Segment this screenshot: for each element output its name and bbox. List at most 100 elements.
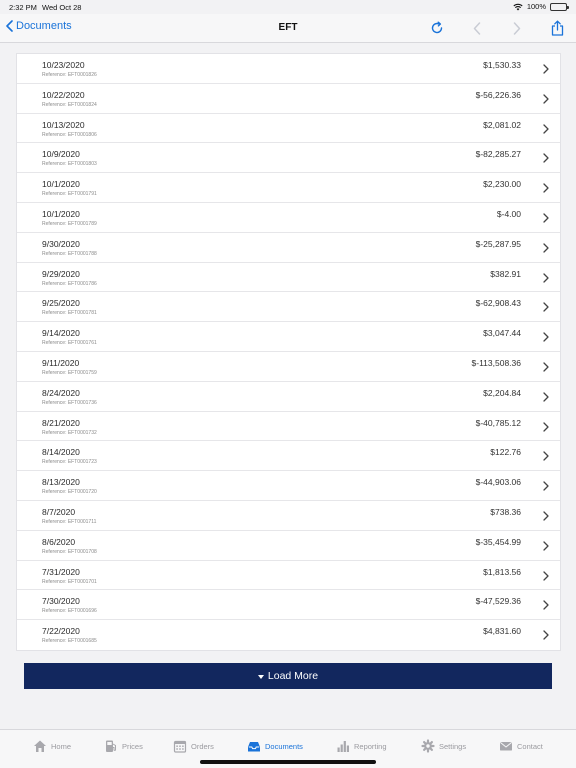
status-date: Wed Oct 28 <box>42 3 82 12</box>
tab-label: Home <box>51 741 72 751</box>
eft-reference: Reference: EFT0001708 <box>42 548 97 555</box>
eft-amount: $2,081.02 <box>483 119 521 130</box>
tab-orders[interactable]: Orders <box>173 739 214 753</box>
tab-label: Orders <box>191 741 214 751</box>
list-item[interactable]: 7/31/2020 Reference: EFT0001701 $1,813.56 <box>17 561 560 591</box>
eft-reference: Reference: EFT0001711 <box>42 518 97 525</box>
eft-reference: Reference: EFT0001761 <box>42 340 97 347</box>
list-item[interactable]: 8/6/2020 Reference: EFT0001708 $-35,454.99 <box>17 531 560 561</box>
wifi-icon <box>513 3 523 10</box>
list-item[interactable]: 7/22/2020 Reference: EFT0001685 $4,831.60 <box>17 620 560 650</box>
load-more-button[interactable]: Load More <box>24 663 552 689</box>
tab-label: Documents <box>265 741 303 751</box>
eft-reference: Reference: EFT0001781 <box>42 310 97 317</box>
previous-button[interactable] <box>468 19 486 37</box>
list-item[interactable]: 9/29/2020 Reference: EFT0001786 $382.91 <box>17 263 560 293</box>
tab-home[interactable]: Home <box>33 739 71 753</box>
eft-date: 10/22/2020 <box>42 89 85 100</box>
chevron-right-icon <box>543 94 549 104</box>
list-item[interactable]: 8/7/2020 Reference: EFT0001711 $738.36 <box>17 501 560 531</box>
eft-amount: $1,530.33 <box>483 60 521 70</box>
nav-actions <box>428 19 566 37</box>
chevron-right-icon <box>543 511 549 521</box>
status-right: 100% <box>513 2 569 11</box>
chevron-right-icon <box>543 451 549 462</box>
list-item[interactable]: 9/25/2020 Reference: EFT0001781 $-62,908.4… <box>17 292 560 323</box>
next-button[interactable] <box>508 19 526 37</box>
list-item[interactable]: 8/13/2020 Reference: EFT0001720 $-44,903.0… <box>17 471 560 501</box>
tab-reporting[interactable]: Reporting <box>336 739 387 753</box>
eft-reference: Reference: EFT0001806 <box>42 131 97 138</box>
tab-label: Contact <box>517 741 543 751</box>
eft-reference: Reference: EFT0001736 <box>42 399 97 406</box>
eft-date: 8/24/2020 <box>42 387 80 398</box>
status-bar: 2:32 PM Wed Oct 28 100% <box>0 0 576 14</box>
bar-chart-icon <box>337 741 349 752</box>
list-item[interactable]: 9/14/2020 Reference: EFT0001761 $3,047.44 <box>17 322 560 352</box>
eft-amount: $-40,785.12 <box>475 417 521 428</box>
chevron-right-icon <box>543 153 549 164</box>
eft-reference: Reference: EFT0001824 <box>42 101 97 108</box>
eft-date: 9/14/2020 <box>42 328 80 339</box>
eft-reference: Reference: EFT0001720 <box>42 489 97 496</box>
eft-date: 10/1/2020 <box>42 179 80 190</box>
chevron-right-icon <box>543 600 549 610</box>
eft-reference: Reference: EFT0001759 <box>42 369 97 376</box>
tab-settings[interactable]: Settings <box>421 739 466 753</box>
eft-reference: Reference: EFT0001826 <box>42 72 97 78</box>
eft-amount: $-35,454.99 <box>475 536 521 547</box>
chevron-right-icon <box>543 123 549 134</box>
chevron-right-icon <box>543 213 549 223</box>
eft-date: 10/23/2020 <box>42 60 85 70</box>
load-more-label: Load More <box>267 670 319 682</box>
list-item[interactable]: 10/9/2020 Reference: EFT0001803 $-82,285.2… <box>17 143 560 174</box>
chevron-right-icon <box>543 481 549 491</box>
caret-down-icon <box>257 674 264 679</box>
list-item[interactable]: 8/21/2020 Reference: EFT0001732 $-40,785.1… <box>17 412 560 442</box>
eft-reference: Reference: EFT0001803 <box>42 161 97 168</box>
eft-amount: $738.36 <box>490 506 521 517</box>
eft-amount: $2,230.00 <box>483 179 521 190</box>
list-item[interactable]: 10/13/2020 Reference: EFT0001806 $2,081.02 <box>17 114 560 144</box>
eft-date: 9/29/2020 <box>42 268 80 279</box>
eft-date: 9/30/2020 <box>42 238 80 249</box>
list-item[interactable]: 10/1/2020 Reference: EFT0001791 $2,230.00 <box>17 173 560 203</box>
chevron-right-icon <box>543 421 549 432</box>
eft-reference: Reference: EFT0001789 <box>42 220 97 227</box>
eft-reference: Reference: EFT0001685 <box>42 638 97 645</box>
eft-reference: Reference: EFT0001786 <box>42 280 97 287</box>
list-item[interactable]: 10/23/2020 Reference: EFT0001826 $1,530.33 <box>17 54 560 84</box>
list-item[interactable]: 8/24/2020 Reference: EFT0001736 $2,204.84 <box>17 382 560 412</box>
chevron-left-icon <box>473 21 481 35</box>
list-item[interactable]: 10/1/2020 Reference: EFT0001789 $-4.00 <box>17 203 560 233</box>
home-indicator <box>200 760 376 764</box>
list-item[interactable]: 9/30/2020 Reference: EFT0001788 $-25,287.9… <box>17 233 560 263</box>
eft-amount: $1,813.56 <box>483 566 521 577</box>
list-item[interactable]: 10/22/2020 Reference: EFT0001824 $-56,226.… <box>17 84 560 114</box>
refresh-button[interactable] <box>428 19 446 37</box>
list-item[interactable]: 7/30/2020 Reference: EFT0001696 $-47,529.3… <box>17 590 560 621</box>
tab-prices[interactable]: Prices <box>104 739 143 753</box>
eft-amount: $-25,287.95 <box>475 238 521 249</box>
list-item[interactable]: 9/11/2020 Reference: EFT0001759 $-113,508.… <box>17 352 560 382</box>
share-button[interactable] <box>548 19 566 37</box>
envelope-icon <box>499 742 513 751</box>
eft-date: 7/31/2020 <box>42 566 80 577</box>
eft-reference: Reference: EFT0001732 <box>42 429 97 436</box>
list-item[interactable]: 8/14/2020 Reference: EFT0001723 $122.76 <box>17 441 560 472</box>
eft-date: 8/14/2020 <box>42 447 80 458</box>
chevron-right-icon <box>543 64 549 74</box>
battery-percent: 100% <box>526 2 546 11</box>
tab-label: Settings <box>439 741 467 751</box>
eft-reference: Reference: EFT0001788 <box>42 250 97 257</box>
eft-date: 7/22/2020 <box>42 626 80 637</box>
house-icon <box>34 740 46 752</box>
eft-date: 9/25/2020 <box>42 298 80 309</box>
tab-contact[interactable]: Contact <box>499 739 543 753</box>
inbox-icon <box>248 742 260 752</box>
eft-amount: $-56,226.36 <box>475 89 521 100</box>
eft-amount: $-4.00 <box>496 208 521 219</box>
tab-documents[interactable]: Documents <box>247 739 303 753</box>
chevron-right-icon <box>513 21 521 35</box>
refresh-icon <box>431 21 443 34</box>
